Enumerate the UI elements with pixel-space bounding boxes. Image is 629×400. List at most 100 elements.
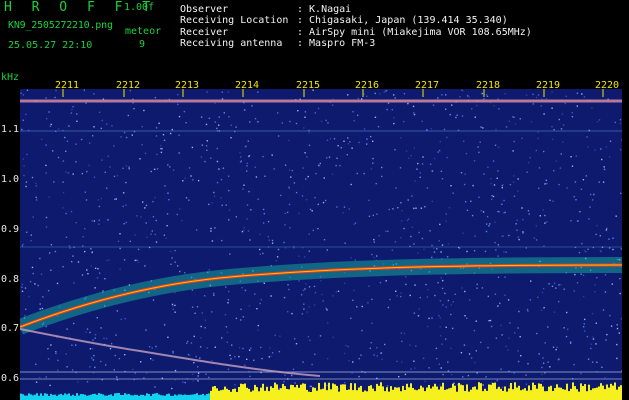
- noise-dot: [357, 97, 360, 100]
- noise-dot: [368, 215, 371, 217]
- noise-dot: [569, 342, 572, 344]
- noise-dot: [143, 377, 145, 379]
- noise-dot: [476, 283, 478, 285]
- noise-dot: [89, 348, 92, 350]
- noise-dot: [289, 120, 291, 123]
- noise-dot: [513, 140, 515, 143]
- noise-bar: [582, 386, 584, 400]
- noise-dot: [283, 241, 285, 244]
- noise-dot: [442, 304, 444, 306]
- noise-dot: [183, 110, 186, 113]
- noise-dot: [527, 210, 530, 212]
- noise-bar: [446, 389, 448, 400]
- noise-dot: [474, 361, 476, 364]
- noise-dot: [327, 322, 329, 324]
- filename-label: KN9_2505272210.png: [8, 20, 113, 31]
- noise-dot: [123, 131, 126, 134]
- noise-dot: [487, 346, 489, 349]
- noise-bar: [480, 383, 482, 400]
- noise-dot: [97, 268, 99, 270]
- noise-dot: [535, 96, 538, 99]
- noise-dot: [452, 301, 454, 303]
- noise-bar: [278, 389, 280, 400]
- noise-dot: [184, 381, 186, 384]
- noise-dot: [354, 222, 357, 224]
- noise-bar: [162, 395, 164, 400]
- noise-bar: [364, 390, 366, 400]
- noise-dot: [462, 232, 464, 234]
- noise-dot: [413, 113, 416, 116]
- noise-dot: [259, 253, 261, 255]
- noise-dot: [541, 309, 543, 311]
- noise-bar: [136, 394, 138, 400]
- noise-dot: [485, 376, 487, 378]
- noise-dot: [605, 339, 607, 341]
- noise-dot: [460, 172, 463, 174]
- noise-dot: [461, 115, 464, 117]
- noise-dot: [416, 168, 418, 170]
- noise-dot: [331, 173, 334, 175]
- noise-dot: [373, 241, 375, 243]
- noise-dot: [66, 366, 68, 368]
- noise-dot: [527, 363, 529, 365]
- noise-bar: [300, 384, 302, 400]
- noise-dot: [65, 171, 67, 173]
- noise-bar: [292, 385, 294, 400]
- noise-dot: [77, 261, 80, 263]
- noise-dot: [429, 230, 431, 232]
- version-label: 1.00f: [124, 2, 155, 13]
- noise-dot: [575, 199, 577, 201]
- noise-dot: [587, 146, 589, 148]
- noise-bar: [44, 393, 46, 400]
- noise-bar: [452, 383, 454, 400]
- noise-dot: [476, 287, 478, 289]
- noise-dot: [351, 372, 353, 374]
- noise-bar: [268, 391, 270, 400]
- noise-dot: [614, 121, 616, 124]
- noise-dot: [34, 283, 36, 285]
- noise-bar: [72, 394, 74, 400]
- noise-dot: [310, 385, 312, 388]
- noise-dot: [254, 118, 257, 120]
- noise-dot: [472, 184, 474, 187]
- noise-dot: [450, 347, 452, 350]
- noise-dot: [301, 195, 304, 197]
- noise-dot: [439, 140, 441, 143]
- noise-dot: [463, 344, 466, 346]
- noise-dot: [439, 335, 442, 337]
- noise-dot: [579, 211, 581, 213]
- noise-dot: [197, 179, 200, 182]
- noise-dot: [395, 187, 397, 189]
- noise-dot: [107, 155, 109, 157]
- noise-dot: [45, 376, 47, 378]
- noise-bar: [532, 382, 534, 400]
- noise-bar: [42, 395, 44, 400]
- noise-dot: [131, 134, 133, 136]
- noise-dot: [94, 267, 97, 269]
- noise-dot: [21, 286, 23, 288]
- noise-dot: [54, 250, 57, 253]
- noise-dot: [151, 230, 153, 232]
- noise-bar: [348, 389, 350, 400]
- noise-dot: [270, 295, 272, 297]
- noise-bar: [276, 384, 278, 400]
- noise-dot: [459, 96, 461, 98]
- noise-dot: [254, 293, 256, 295]
- noise-dot: [332, 336, 334, 339]
- noise-dot: [171, 128, 173, 131]
- noise-dot: [544, 222, 546, 224]
- noise-dot: [405, 276, 407, 278]
- noise-bar: [550, 385, 552, 400]
- noise-dot: [197, 380, 199, 382]
- noise-bar: [418, 389, 420, 400]
- noise-dot: [30, 234, 32, 236]
- noise-dot: [249, 375, 251, 378]
- noise-dot: [163, 139, 166, 141]
- noise-dot: [211, 311, 213, 313]
- noise-dot: [100, 360, 102, 363]
- noise-dot: [163, 234, 166, 236]
- noise-dot: [155, 219, 157, 222]
- noise-bar: [392, 389, 394, 400]
- noise-dot: [167, 336, 169, 338]
- noise-dot: [326, 249, 328, 251]
